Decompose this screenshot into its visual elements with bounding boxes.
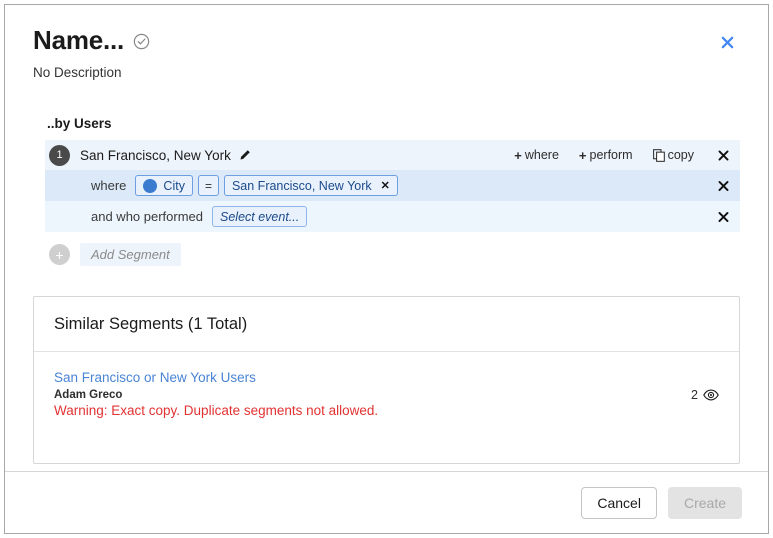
views-meta: 2: [691, 388, 719, 402]
plus-circle-icon[interactable]: +: [49, 244, 70, 265]
segment-number-badge: 1: [49, 145, 70, 166]
dialog-footer: Cancel Create: [5, 471, 768, 533]
close-icon: [718, 150, 729, 161]
close-icon: [718, 211, 729, 222]
clear-value-icon[interactable]: ✕: [381, 179, 390, 192]
plus-icon: +: [579, 148, 587, 163]
copy-icon: [653, 149, 665, 162]
cancel-button[interactable]: Cancel: [581, 487, 657, 519]
plus-icon: +: [514, 148, 522, 163]
similar-segment-author: Adam Greco: [54, 389, 691, 401]
similar-segment-details: San Francisco or New York Users Adam Gre…: [54, 369, 691, 418]
attribute-circle-icon: [143, 179, 157, 193]
value-chip-label: San Francisco, New York: [232, 179, 372, 193]
segment-title-row: 1 San Francisco, New York + where + perf…: [45, 140, 740, 170]
add-segment-row: + Add Segment: [45, 243, 740, 266]
segment-actions: + where + perform copy: [514, 148, 730, 163]
remove-segment-button[interactable]: [716, 150, 730, 161]
select-event-field[interactable]: Select event...: [212, 206, 307, 227]
add-perform-label: perform: [590, 148, 633, 162]
copy-label: copy: [668, 148, 694, 162]
remove-condition-button[interactable]: [716, 180, 730, 191]
condition-prefix-label: where: [91, 178, 126, 193]
title-group: Name...: [33, 27, 150, 53]
page-title: Name...: [33, 27, 124, 53]
close-icon: [720, 35, 735, 50]
check-circle-icon: [133, 33, 150, 50]
attribute-chip-label: City: [163, 179, 185, 193]
dialog-description: No Description: [33, 65, 740, 80]
similar-segment-link[interactable]: San Francisco or New York Users: [54, 369, 691, 387]
create-button[interactable]: Create: [668, 487, 742, 519]
segment-group-label: ..by Users: [47, 116, 740, 131]
pencil-icon[interactable]: [239, 149, 251, 161]
value-chip[interactable]: San Francisco, New York ✕: [224, 175, 398, 196]
copy-segment-button[interactable]: copy: [653, 148, 694, 162]
operator-chip[interactable]: =: [198, 175, 219, 196]
segment-builder: ..by Users 1 San Francisco, New York + w…: [45, 116, 740, 266]
performed-prefix-label: and who performed: [91, 209, 203, 224]
dialog-header: Name...: [33, 27, 740, 53]
segment-name: San Francisco, New York: [80, 148, 231, 163]
add-where-label: where: [525, 148, 559, 162]
dialog-body: Name... No Description ..by Users 1 San …: [5, 5, 768, 471]
close-dialog-button[interactable]: [716, 31, 738, 53]
attribute-chip-city[interactable]: City: [135, 175, 193, 196]
condition-row-where: where City = San Francisco, New York ✕: [45, 170, 740, 201]
remove-performed-button[interactable]: [716, 211, 730, 222]
add-perform-button[interactable]: + perform: [579, 148, 633, 163]
add-segment-button[interactable]: Add Segment: [80, 243, 181, 266]
list-item: San Francisco or New York Users Adam Gre…: [34, 352, 739, 418]
condition-row-performed: and who performed Select event...: [45, 201, 740, 232]
close-icon: [718, 180, 729, 191]
views-count: 2: [691, 388, 698, 402]
similar-segments-heading: Similar Segments (1 Total): [34, 297, 739, 352]
duplicate-warning-text: Warning: Exact copy. Duplicate segments …: [54, 403, 691, 418]
add-where-button[interactable]: + where: [514, 148, 559, 163]
eye-icon[interactable]: [703, 389, 719, 401]
create-segment-dialog: Name... No Description ..by Users 1 San …: [4, 4, 769, 534]
similar-segments-card: Similar Segments (1 Total) San Francisco…: [33, 296, 740, 464]
